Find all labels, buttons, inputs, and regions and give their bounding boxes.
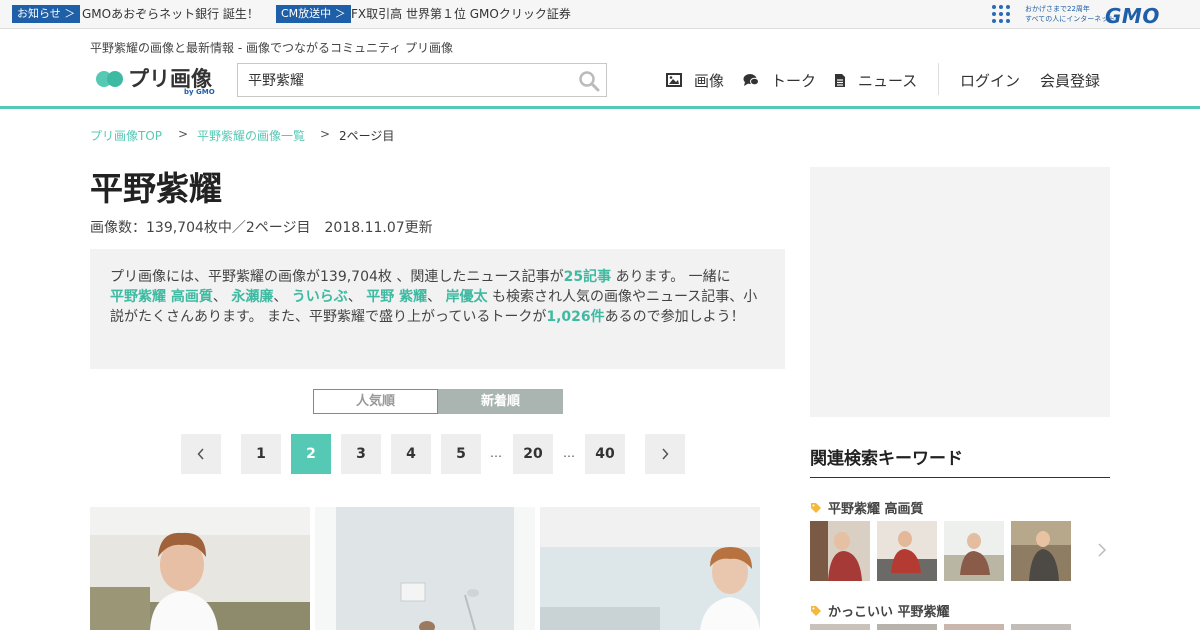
login-link[interactable]: ログイン xyxy=(960,69,1020,91)
related-thumbnail[interactable] xyxy=(810,521,870,581)
photo-thumbnail xyxy=(315,507,535,630)
search-input[interactable] xyxy=(238,64,558,96)
site-header: 平野紫耀の画像と最新情報 - 画像でつながるコミュニティ プリ画像 プリ画像 b… xyxy=(0,29,1200,109)
chevron-right-icon xyxy=(662,448,669,460)
desc-text: プリ画像には、平野紫耀の画像が139,704枚 、関連したニュース記事が xyxy=(110,269,564,285)
pagination-page[interactable]: 4 xyxy=(391,434,431,474)
gmo-slogan-text: すべての人にインターネット xyxy=(1025,15,1116,23)
description-box: プリ画像には、平野紫耀の画像が139,704枚 、関連したニュース記事が25記事… xyxy=(90,249,785,369)
gmo-apps-icon[interactable] xyxy=(992,5,1010,23)
photo-thumbnail xyxy=(810,521,870,581)
site-logo[interactable]: プリ画像 by GMO xyxy=(96,63,226,99)
nav-news-label: ニュース xyxy=(858,71,918,90)
page-title: 平野紫耀 xyxy=(90,169,222,208)
image-tile[interactable] xyxy=(315,507,535,630)
news-count-link[interactable]: 25記事 xyxy=(564,269,611,285)
desc-comma: 、 xyxy=(427,289,442,305)
pagination-page[interactable]: 1 xyxy=(241,434,281,474)
pagination-page[interactable]: 3 xyxy=(341,434,381,474)
pagination-ellipsis: … xyxy=(490,446,502,460)
pagination-page-current[interactable]: 2 xyxy=(291,434,331,474)
image-tile[interactable] xyxy=(540,507,760,630)
tag-icon xyxy=(811,502,821,513)
desc-text: あるので参加しよう！ xyxy=(604,309,745,325)
talk-count-link[interactable]: 1,026件 xyxy=(546,309,604,325)
photo-thumbnail xyxy=(540,507,760,630)
desc-comma: 、 xyxy=(273,289,288,305)
document-icon xyxy=(835,73,845,87)
image-count-meta: 画像数：139,704枚中／2ページ目 2018.11.07更新 xyxy=(90,220,433,236)
breadcrumb-list[interactable]: 平野紫耀の画像一覧 xyxy=(197,127,305,144)
desc-comma: 、 xyxy=(212,289,227,305)
desc-text: あります。 一緒に xyxy=(611,269,731,285)
nav-images[interactable]: 画像 xyxy=(666,69,724,91)
section-divider xyxy=(810,477,1110,478)
chevron-right-icon[interactable] xyxy=(1096,542,1108,558)
nav-news[interactable]: ニュース xyxy=(834,69,917,91)
chevron-left-icon xyxy=(197,448,204,460)
site-tagline: 平野紫耀の画像と最新情報 - 画像でつながるコミュニティ プリ画像 xyxy=(90,41,454,55)
related-keyword-item[interactable]: かっこいい 平野紫耀 xyxy=(810,601,950,620)
tag-icon xyxy=(811,605,821,616)
pagination-next-button[interactable] xyxy=(645,434,685,474)
gmo-top-bar: お知らせ ＞ GMOあおぞらネット銀行 誕生！ CM放送中 ＞ FX取引高 世界… xyxy=(0,0,1200,29)
nav-images-label: 画像 xyxy=(694,71,725,90)
logo-by-text: by GMO xyxy=(184,88,215,96)
register-link[interactable]: 会員登録 xyxy=(1040,69,1100,91)
logo-mark-icon xyxy=(96,71,126,87)
notice-badge[interactable]: お知らせ ＞ xyxy=(12,5,81,23)
sort-newest-tab[interactable]: 新着順 xyxy=(438,389,563,414)
related-keyword-item[interactable]: 平野紫耀 高画質 xyxy=(810,498,924,517)
related-thumbnail[interactable] xyxy=(877,624,937,630)
pagination-page[interactable]: 5 xyxy=(441,434,481,474)
related-keyword-link[interactable]: ういらぶ xyxy=(292,289,348,305)
photo-thumbnail xyxy=(877,521,937,581)
pagination-ellipsis: … xyxy=(563,446,575,460)
related-keyword-link[interactable]: 岸優太 xyxy=(446,289,488,305)
breadcrumb-separator: > xyxy=(178,127,189,141)
related-thumbnail[interactable] xyxy=(1011,521,1071,581)
nav-talk-label: トーク xyxy=(771,71,817,90)
pagination-page[interactable]: 20 xyxy=(513,434,553,474)
gmo-logo[interactable]: GMO xyxy=(1105,4,1160,28)
notice-link[interactable]: GMOあおぞらネット銀行 誕生！ xyxy=(82,5,259,23)
nav-talk[interactable]: トーク xyxy=(743,69,816,91)
related-keyword-link[interactable]: 平野紫耀 高画質 xyxy=(110,289,213,305)
ad-banner[interactable] xyxy=(810,167,1110,417)
breadcrumb-separator: > xyxy=(320,127,331,141)
desc-comma: 、 xyxy=(347,289,362,305)
cm-link[interactable]: FX取引高 世界第１位 GMOクリック証券 xyxy=(351,5,571,23)
sort-popular-tab[interactable]: 人気順 xyxy=(313,389,438,414)
nav-divider xyxy=(938,63,939,95)
cm-badge[interactable]: CM放送中 ＞ xyxy=(276,5,351,23)
related-keyword-label: 平野紫耀 高画質 xyxy=(828,502,924,517)
photo-thumbnail xyxy=(90,507,310,630)
related-keyword-link[interactable]: 平野 紫耀 xyxy=(366,289,427,305)
image-tile[interactable] xyxy=(90,507,310,630)
related-keyword-label: かっこいい 平野紫耀 xyxy=(828,605,950,620)
photo-thumbnail xyxy=(1011,521,1071,581)
related-thumbnail[interactable] xyxy=(944,624,1004,630)
chat-icon xyxy=(743,74,759,86)
breadcrumb-current: 2ページ目 xyxy=(339,129,395,143)
image-icon xyxy=(666,73,682,87)
related-thumbnail[interactable] xyxy=(1011,624,1071,630)
related-keywords-title: 関連検索キーワード xyxy=(810,449,963,469)
gmo-anniversary-text: おかげさまで22周年 xyxy=(1025,5,1090,13)
related-thumbnail[interactable] xyxy=(944,521,1004,581)
photo-thumbnail xyxy=(944,521,1004,581)
related-thumbnail[interactable] xyxy=(877,521,937,581)
breadcrumb-home[interactable]: プリ画像TOP xyxy=(90,127,162,144)
search-icon[interactable] xyxy=(578,70,600,92)
related-thumbnail[interactable] xyxy=(810,624,870,630)
search-box xyxy=(237,63,607,97)
pagination-page[interactable]: 40 xyxy=(585,434,625,474)
pagination-prev-button[interactable] xyxy=(181,434,221,474)
related-keyword-link[interactable]: 永瀬廉 xyxy=(231,289,273,305)
